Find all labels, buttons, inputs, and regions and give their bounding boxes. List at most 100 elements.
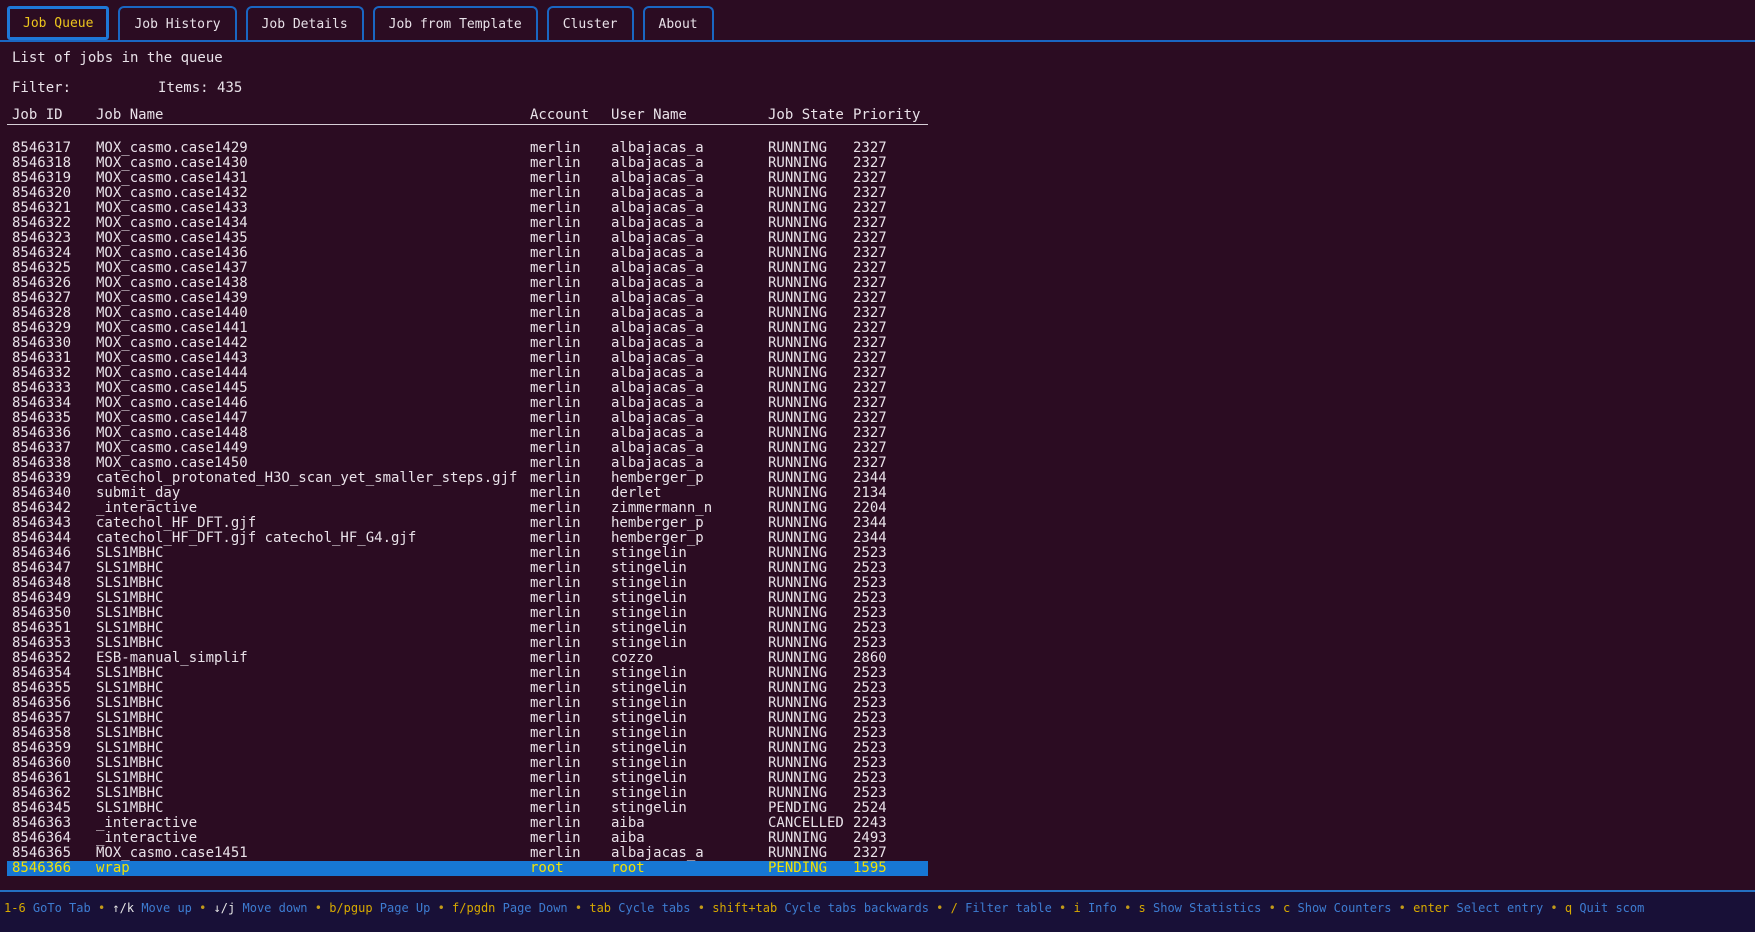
cell-user-name: stingelin [611,786,768,801]
cell-job-id: 8546345 [12,801,96,816]
table-row[interactable]: 8546322MOX_casmo.case1434merlinalbajacas… [7,216,928,231]
table-row[interactable]: 8546342_interactivemerlinzimmermann_nRUN… [7,501,928,516]
column-header-user-name: User Name [611,108,768,124]
table-row[interactable]: 8546359SLS1MBHCmerlinstingelinRUNNING252… [7,741,928,756]
table-row[interactable]: 8546321MOX_casmo.case1433merlinalbajacas… [7,201,928,216]
table-row[interactable]: 8546360SLS1MBHCmerlinstingelinRUNNING252… [7,756,928,771]
table-row[interactable]: 8546338MOX_casmo.case1450merlinalbajacas… [7,456,928,471]
cell-priority: 2134 [853,486,928,501]
filter-input[interactable] [71,81,158,96]
cell-job-state: RUNNING [768,291,853,306]
table-row[interactable]: 8546364_interactivemerlinaibaRUNNING2493 [7,831,928,846]
table-row[interactable]: 8546344catechol_HF_DFT.gjf catechol_HF_G… [7,531,928,546]
cell-user-name: albajacas_a [611,846,768,861]
cell-account: merlin [530,666,611,681]
tab-cluster[interactable]: Cluster [547,6,634,40]
cell-job-name: MOX_casmo.case1446 [96,396,530,411]
table-row[interactable]: 8546326MOX_casmo.case1438merlinalbajacas… [7,276,928,291]
table-row[interactable]: 8546335MOX_casmo.case1447merlinalbajacas… [7,411,928,426]
table-row[interactable]: 8546324MOX_casmo.case1436merlinalbajacas… [7,246,928,261]
table-row[interactable]: 8546323MOX_casmo.case1435merlinalbajacas… [7,231,928,246]
cell-job-state: RUNNING [768,606,853,621]
footer-separator: • [1261,901,1283,915]
table-row[interactable]: 8546365MOX_casmo.case1451merlinalbajacas… [7,846,928,861]
cell-priority: 2523 [853,591,928,606]
table-row[interactable]: 8546353SLS1MBHCmerlinstingelinRUNNING252… [7,636,928,651]
table-row[interactable]: 8546352ESB-manual_simplifmerlincozzoRUNN… [7,651,928,666]
cell-job-name: MOX_casmo.case1451 [96,846,530,861]
table-row[interactable]: 8546347SLS1MBHCmerlinstingelinRUNNING252… [7,561,928,576]
table-row[interactable]: 8546332MOX_casmo.case1444merlinalbajacas… [7,366,928,381]
table-row[interactable]: 8546320MOX_casmo.case1432merlinalbajacas… [7,186,928,201]
table-row-selected[interactable]: 8546366wraprootrootPENDING1595 [7,861,928,876]
table-row[interactable]: 8546354SLS1MBHCmerlinstingelinRUNNING252… [7,666,928,681]
cell-account: merlin [530,156,611,171]
table-row[interactable]: 8546350SLS1MBHCmerlinstingelinRUNNING252… [7,606,928,621]
tab-job-queue[interactable]: Job Queue [7,6,109,40]
shortcut-description: Cycle tabs backwards [777,901,929,915]
cell-user-name: stingelin [611,771,768,786]
shortcut-description: Select entry [1449,901,1543,915]
table-row[interactable]: 8546329MOX_casmo.case1441merlinalbajacas… [7,321,928,336]
cell-account: merlin [530,576,611,591]
table-row[interactable]: 8546336MOX_casmo.case1448merlinalbajacas… [7,426,928,441]
table-row[interactable]: 8546348SLS1MBHCmerlinstingelinRUNNING252… [7,576,928,591]
table-row[interactable]: 8546318MOX_casmo.case1430merlinalbajacas… [7,156,928,171]
cell-priority: 2327 [853,426,928,441]
table-row[interactable]: 8546355SLS1MBHCmerlinstingelinRUNNING252… [7,681,928,696]
cell-user-name: stingelin [611,696,768,711]
table-row[interactable]: 8546319MOX_casmo.case1431merlinalbajacas… [7,171,928,186]
cell-account: merlin [530,231,611,246]
table-row[interactable]: 8546346SLS1MBHCmerlinstingelinRUNNING252… [7,546,928,561]
cell-priority: 2523 [853,771,928,786]
cell-user-name: stingelin [611,546,768,561]
table-row[interactable]: 8546328MOX_casmo.case1440merlinalbajacas… [7,306,928,321]
cell-job-state: RUNNING [768,711,853,726]
table-row[interactable]: 8546333MOX_casmo.case1445merlinalbajacas… [7,381,928,396]
table-row[interactable]: 8546327MOX_casmo.case1439merlinalbajacas… [7,291,928,306]
table-row[interactable]: 8546334MOX_casmo.case1446merlinalbajacas… [7,396,928,411]
cell-job-state: RUNNING [768,396,853,411]
table-row[interactable]: 8546358SLS1MBHCmerlinstingelinRUNNING252… [7,726,928,741]
cell-priority: 2327 [853,366,928,381]
table-row[interactable]: 8546337MOX_casmo.case1449merlinalbajacas… [7,441,928,456]
cell-account: merlin [530,546,611,561]
table-row[interactable]: 8546349SLS1MBHCmerlinstingelinRUNNING252… [7,591,928,606]
cell-job-id: 8546357 [12,711,96,726]
cell-job-id: 8546324 [12,246,96,261]
table-row[interactable]: 8546356SLS1MBHCmerlinstingelinRUNNING252… [7,696,928,711]
cell-job-state: RUNNING [768,351,853,366]
table-row[interactable]: 8546351SLS1MBHCmerlinstingelinRUNNING252… [7,621,928,636]
table-body[interactable]: 8546317MOX_casmo.case1429merlinalbajacas… [7,141,928,876]
cell-job-state: RUNNING [768,636,853,651]
table-row[interactable]: 8546361SLS1MBHCmerlinstingelinRUNNING252… [7,771,928,786]
cell-job-name: SLS1MBHC [96,561,530,576]
shortcut-key: shift+tab [712,901,777,915]
shortcut-key: tab [589,901,611,915]
table-row[interactable]: 8546331MOX_casmo.case1443merlinalbajacas… [7,351,928,366]
tab-job-history[interactable]: Job History [118,6,236,40]
footer-separator: • [1052,901,1074,915]
cell-job-name: catechol_HF_DFT.gjf [96,516,530,531]
cell-account: merlin [530,636,611,651]
table-row[interactable]: 8546363_interactivemerlinaibaCANCELLED22… [7,816,928,831]
footer-separator: • [192,901,214,915]
cell-user-name: albajacas_a [611,246,768,261]
tab-job-details[interactable]: Job Details [246,6,364,40]
cell-priority: 2523 [853,786,928,801]
table-row[interactable]: 8546330MOX_casmo.case1442merlinalbajacas… [7,336,928,351]
table-row[interactable]: 8546343catechol_HF_DFT.gjfmerlinhemberge… [7,516,928,531]
cell-job-id: 8546353 [12,636,96,651]
table-row[interactable]: 8546339catechol_protonated_H3O_scan_yet_… [7,471,928,486]
shortcut-key: s [1139,901,1146,915]
cell-job-name: MOX_casmo.case1438 [96,276,530,291]
table-row[interactable]: 8546340submit_daymerlinderletRUNNING2134 [7,486,928,501]
table-row[interactable]: 8546345SLS1MBHCmerlinstingelinPENDING252… [7,801,928,816]
tab-job-from-template[interactable]: Job from Template [373,6,538,40]
tab-about[interactable]: About [643,6,714,40]
table-row[interactable]: 8546325MOX_casmo.case1437merlinalbajacas… [7,261,928,276]
table-row[interactable]: 8546357SLS1MBHCmerlinstingelinRUNNING252… [7,711,928,726]
table-row[interactable]: 8546317MOX_casmo.case1429merlinalbajacas… [7,141,928,156]
table-row[interactable]: 8546362SLS1MBHCmerlinstingelinRUNNING252… [7,786,928,801]
cell-priority: 2523 [853,741,928,756]
